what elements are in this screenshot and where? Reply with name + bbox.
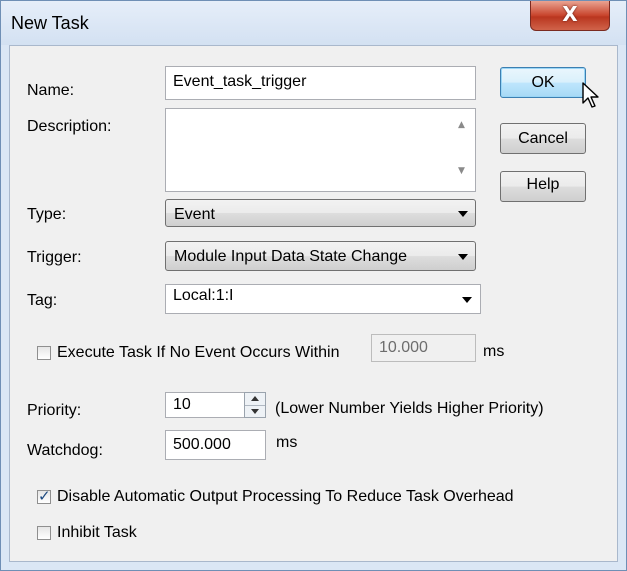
mouse-pointer-icon (582, 82, 599, 108)
arrow-down-icon (251, 409, 259, 414)
inhibit-task-checkbox[interactable] (37, 526, 51, 540)
dialog-body: Name: Event_task_trigger Description: ▲ … (9, 45, 618, 562)
trigger-select-value: Module Input Data State Change (174, 248, 408, 265)
spinner-down-button[interactable] (245, 405, 265, 417)
trigger-label: Trigger: (27, 249, 82, 266)
tag-value: Local:1:I (173, 287, 234, 304)
execute-task-label: Execute Task If No Event Occurs Within (57, 344, 340, 361)
help-button[interactable]: Help (500, 171, 586, 202)
priority-label: Priority: (27, 402, 82, 419)
execute-within-input[interactable]: 10.000 (371, 334, 476, 362)
title-bar[interactable]: New Task X (1, 1, 626, 45)
scroll-up-icon[interactable]: ▲ (458, 120, 465, 130)
chevron-down-icon (458, 211, 468, 217)
tag-combo[interactable]: Local:1:I (165, 284, 481, 314)
execute-task-checkbox[interactable] (37, 346, 51, 360)
close-button[interactable]: X (530, 1, 610, 31)
description-label: Description: (27, 118, 112, 135)
description-textarea[interactable] (165, 108, 476, 192)
name-label: Name: (27, 82, 75, 99)
ok-button[interactable]: OK (500, 67, 586, 98)
scroll-down-icon[interactable]: ▼ (458, 166, 465, 176)
name-input[interactable]: Event_task_trigger (165, 66, 476, 100)
tag-label: Tag: (27, 292, 58, 309)
type-select-value: Event (174, 206, 215, 223)
priority-hint: (Lower Number Yields Higher Priority) (275, 400, 544, 417)
chevron-down-icon (462, 297, 472, 303)
inhibit-task-label: Inhibit Task (57, 524, 137, 541)
priority-spinner[interactable] (244, 392, 266, 418)
arrow-up-icon (251, 396, 259, 401)
priority-input[interactable]: 10 (165, 392, 245, 418)
new-task-dialog: New Task X Name: Event_task_trigger Desc… (0, 0, 627, 571)
dialog-title: New Task (11, 13, 89, 33)
close-icon: X (562, 2, 578, 26)
disable-output-checkbox[interactable] (37, 487, 51, 505)
type-select[interactable]: Event (165, 199, 476, 227)
watchdog-unit: ms (276, 434, 298, 451)
disable-output-label: Disable Automatic Output Processing To R… (57, 488, 514, 505)
trigger-select[interactable]: Module Input Data State Change (165, 241, 476, 271)
execute-unit: ms (483, 343, 505, 360)
watchdog-input[interactable]: 500.000 (165, 430, 266, 460)
chevron-down-icon (458, 254, 468, 260)
type-label: Type: (27, 206, 67, 223)
watchdog-label: Watchdog: (27, 442, 103, 459)
cancel-button[interactable]: Cancel (500, 123, 586, 154)
